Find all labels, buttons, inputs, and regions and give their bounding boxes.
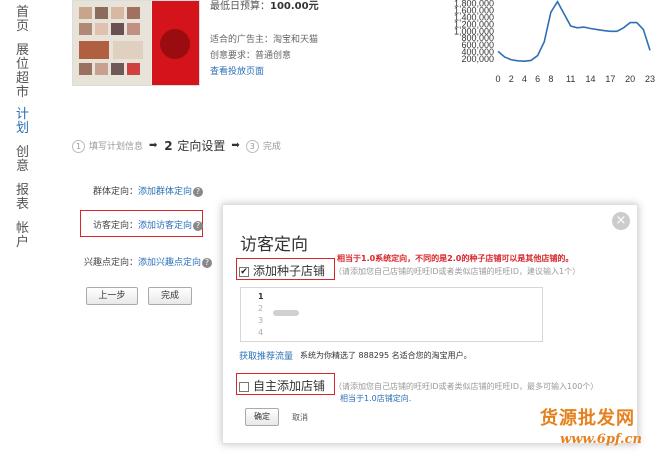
dialog-title: 访客定向 [240,235,308,255]
line-number: 2 [258,304,264,313]
series-line [497,0,651,62]
add-visitor-targeting-link[interactable]: 添加访客定向 [138,221,192,231]
add-interest-targeting-link[interactable]: 添加兴趣点定向 [138,258,201,268]
cancel-link[interactable]: 取消 [292,412,308,423]
x-tick-label: 0 [495,74,500,84]
recommend-result-text: 系统为你精选了 888295 名适合您的淘宝用户。 [300,351,472,360]
creative-requirement-text: 创意要求：普通创意 [210,51,292,61]
x-tick-label: 20 [625,74,635,84]
view-page-link[interactable]: 查看投放页面 [210,64,264,77]
close-icon[interactable]: × [612,212,630,230]
seed-shop-hint: （请添加您自己店铺的旺旺ID或者类似店铺的旺旺ID，建议输入1个） [334,267,581,276]
seed-shop-option[interactable]: ✔ 添加种子店铺 [239,262,325,279]
nav-item[interactable]: 帐户 [16,222,30,250]
line-number: 3 [258,316,264,325]
step-number: 3 [245,139,259,153]
step-number: 1 [72,139,85,153]
manual-shop-checkbox[interactable] [239,381,249,392]
x-tick-label: 11 [566,74,575,84]
ad-thumbnail [72,0,200,86]
seed-shop-textarea[interactable]: 1 2 3 4 [240,287,543,342]
budget-value: 100.00元 [270,1,319,12]
step-item: 1 填写计划信息 [72,139,143,153]
nav-item[interactable]: 首页 [16,6,30,34]
arrow-right-icon: ➡ [231,140,240,151]
manual-shop-label: 自主添加店铺 [253,379,326,393]
group-targeting-row: 群体定向：添加群体定向? [93,184,204,197]
traffic-line-chart: 200,000400,000600,000800,0001,000,0001,2… [454,0,655,84]
watermark-url: www.6pf.cn [560,432,642,447]
group-targeting-label: 群体定向： [93,187,139,197]
ad-thumbnail-red-panel [152,1,199,85]
step-label: 定向设置 [177,139,226,153]
x-tick-label: 8 [548,74,553,84]
blurred-shop-id [273,310,299,316]
watermark-title: 货源批发网 [540,408,635,429]
confirm-button[interactable]: 确定 [245,408,279,426]
manual-shop-option[interactable]: 自主添加店铺 [239,377,325,394]
finish-button[interactable]: 完成 [148,287,192,305]
nav-item[interactable]: 展位超市 [16,44,30,100]
x-tick-label: 23 [645,74,655,84]
budget-label: 最低日预算： [210,1,270,12]
visitor-targeting-row: 访客定向：添加访客定向? [93,218,204,231]
step-label: 完成 [262,141,281,152]
x-tick-label: 2 [509,74,514,84]
get-recommended-traffic-link[interactable]: 获取推荐流量 [239,349,293,362]
line-number: 1 [258,292,264,301]
step-label: 填写计划信息 [89,141,144,152]
nav-item[interactable]: 计划 [16,108,30,136]
prev-step-button[interactable]: 上一步 [86,287,138,305]
add-group-targeting-link[interactable]: 添加群体定向 [138,187,192,197]
interest-targeting-label: 兴趣点定向： [84,258,139,268]
x-tick-label: 6 [535,74,540,84]
x-tick-label: 14 [586,74,596,84]
ad-thumbnail-collage [73,1,151,85]
nav-item[interactable]: 报表 [16,184,30,212]
annotation-note-seed: 相当于1.0系统定向，不同的是2.0的种子店铺可以是其他店铺的。 [337,254,574,263]
help-icon[interactable]: ? [202,257,213,268]
interest-targeting-row: 兴趣点定向：添加兴趣点定向? [84,255,213,268]
step-item: 3 完成 [245,139,281,153]
arrow-right-icon: ➡ [149,140,158,151]
nav-item[interactable]: 创意 [16,146,30,174]
line-number: 4 [258,328,264,337]
step-item: 2 定向设置 [163,137,225,154]
visitor-targeting-label: 访客定向： [93,221,139,231]
step-number: 2 [164,139,173,153]
advertiser-text: 适合的广告主：淘宝和天猫 [210,35,319,45]
x-tick-label: 17 [605,74,615,84]
step-indicator: 1 填写计划信息 ➡ 2 定向设置 ➡ 3 完成 [72,137,281,154]
annotation-note-shop: 相当于1.0店铺定向. [340,394,412,403]
help-icon[interactable]: ? [193,220,204,231]
x-tick-label: 4 [522,74,527,84]
help-icon[interactable]: ? [193,186,204,197]
seed-shop-checkbox[interactable]: ✔ [239,266,249,277]
manual-shop-hint: （请添加您自己店铺的旺旺ID或者类似店铺的旺旺ID，最多可输入100个） [334,382,599,391]
budget-line: 最低日预算：100.00元 [210,0,319,12]
y-tick-label: 1,800,000 [454,0,494,8]
seed-shop-label: 添加种子店铺 [253,264,326,278]
